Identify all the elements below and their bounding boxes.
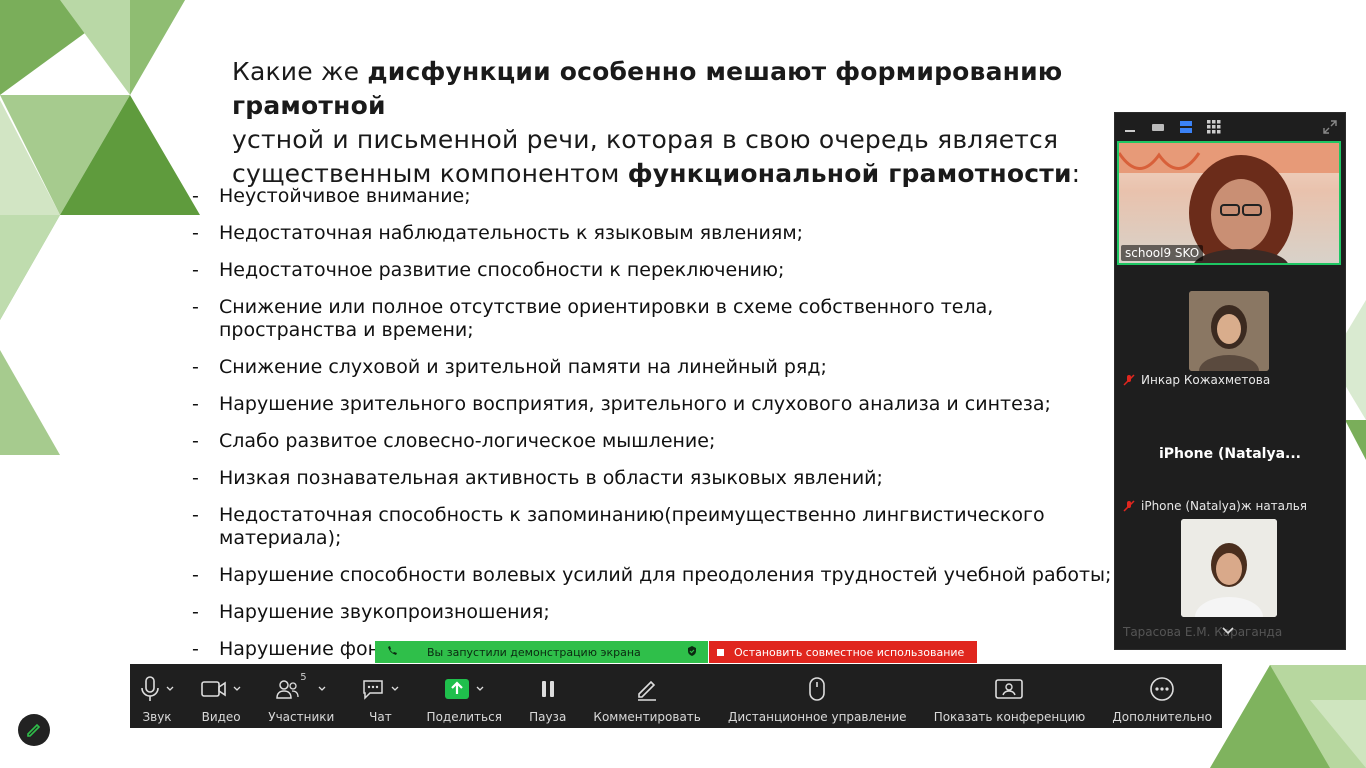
video-button[interactable]: Видео [201,664,241,728]
pause-label: Пауза [529,710,567,724]
participants-icon [276,680,299,699]
panel-toolbar [1115,113,1345,141]
show-meeting-button[interactable]: Показать конференцию [933,664,1086,728]
mouse-icon [809,677,826,701]
heading-part-1: Какие же [232,57,368,86]
remote-label: Дистанционное управление [727,710,907,724]
bullet-item: Недостаточная наблюдательность к языковы… [192,222,1122,245]
participant-name-row: Инкар Кожахметова [1123,373,1270,387]
heading-bold-2: функциональной грамотности [627,159,1072,188]
share-label: Поделиться [426,710,502,724]
slide-heading: Какие же дисфункции особенно мешают форм… [232,55,1132,191]
chevron-down-icon[interactable] [166,685,174,693]
mic-muted-icon [1123,374,1135,386]
camera-icon [201,681,226,697]
pause-icon [541,681,554,697]
audio-label: Звук [142,710,172,724]
participants-count: 5 [300,672,307,683]
chevron-down-icon[interactable] [233,685,241,693]
bullet-item: Нарушение способности волевых усилий для… [192,564,1122,587]
stop-share-label: Остановить совместное использование [734,645,965,659]
microphone-icon [141,676,159,701]
participant-video-thumb[interactable] [1181,519,1277,617]
heading-part-3: существенным компонентом [232,159,628,188]
meeting-toolbar: Звук Видео 5 Участники Чат Поделиться Па… [130,664,1222,728]
annotate-button[interactable]: Комментировать [593,664,701,728]
stop-icon [717,648,724,656]
more-label: Дополнительно [1112,710,1212,724]
slide-bullet-list: Неустойчивое внимание; Недостаточная наб… [192,185,1122,675]
chat-label: Чат [369,710,392,724]
bullet-item: Снижение слуховой и зрительной памяти на… [192,356,1122,379]
share-screen-button[interactable]: Поделиться [427,664,502,728]
floating-annotate-button[interactable] [18,714,50,746]
show-meeting-label: Показать конференцию [933,710,1086,724]
video-panel: school9 SKO Инкар Кожахметова iPhone (Na… [1114,112,1346,650]
phone-icon [387,645,397,659]
bullet-item: Недостаточное развитие способности к пер… [192,259,1122,282]
speaker-view-icon[interactable] [1179,120,1193,134]
participant-name-row: iPhone (Natalya)ж наталья [1123,499,1307,513]
bullet-item: Низкая познавательная активность в облас… [192,467,1122,490]
participant-name-row: Тарасова Е.М. Караганда [1123,625,1282,639]
participant-name: Тарасова Е.М. Караганда [1123,625,1283,639]
pause-share-button[interactable]: Пауза [529,664,566,728]
active-speaker-video[interactable]: school9 SKO [1117,141,1341,265]
more-button[interactable]: Дополнительно [1112,664,1212,728]
participant-name: Инкар Кожахметова [1141,373,1271,387]
participant-name: iPhone (Natalya)ж наталья [1141,499,1307,513]
share-screen-icon [445,679,470,699]
sharing-status-banner: Вы запустили демонстрацию экрана [375,641,708,663]
participant-portrait [1189,291,1269,371]
bullet-item: Снижение или полное отсутствие ориентиро… [192,296,1122,342]
heading-part-2: устной и письменной речи, которая в свою… [232,125,1059,154]
stop-share-button[interactable]: Остановить совместное использование [709,641,977,663]
participant-video-thumb[interactable] [1189,291,1269,371]
participants-button[interactable]: 5 Участники [268,664,334,728]
mic-muted-icon [1123,500,1135,512]
bullet-item: Неустойчивое внимание; [192,185,1122,208]
participant-portrait [1181,519,1277,617]
bullet-item: Недостаточная способность к запоминанию(… [192,504,1122,550]
speaker-name-tag: school9 SKO [1121,245,1204,261]
chat-button[interactable]: Чат [361,664,399,728]
audio-button[interactable]: Звук [140,664,174,728]
shield-icon [686,645,698,660]
remote-control-button[interactable]: Дистанционное управление [728,664,907,728]
pencil-icon [638,680,657,701]
chevron-down-icon[interactable] [1221,621,1235,640]
participant-no-video-label: iPhone (Natalya... [1158,446,1301,462]
minimize-icon[interactable] [1123,120,1137,134]
heading-part-4: : [1071,159,1081,188]
chevron-down-icon[interactable] [391,685,399,693]
bullet-item: Нарушение звукопроизношения; [192,601,1122,624]
chevron-down-icon[interactable] [476,685,484,693]
hide-video-icon[interactable] [1151,120,1165,134]
participants-label: Участники [268,710,335,724]
expand-icon[interactable] [1323,120,1337,134]
chat-icon [363,680,384,700]
video-label: Видео [201,710,241,724]
annotate-label: Комментировать [593,710,701,724]
sharing-status-text: Вы запустили демонстрацию экрана [427,645,641,659]
chevron-down-icon[interactable] [318,685,326,693]
bullet-item: Нарушение зрительного восприятия, зрител… [192,393,1122,416]
bullet-item: Слабо развитое словесно-логическое мышле… [192,430,1122,453]
meeting-window-icon [995,679,1024,699]
gallery-view-icon[interactable] [1207,120,1221,134]
pencil-icon [27,723,41,737]
more-icon [1150,677,1174,701]
